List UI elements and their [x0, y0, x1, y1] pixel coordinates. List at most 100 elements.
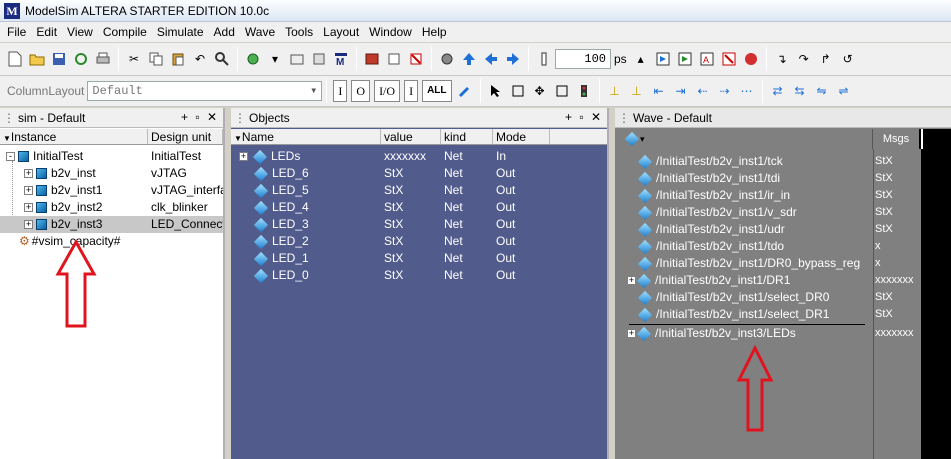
break-stop-icon[interactable]: [742, 50, 760, 68]
wave-signal-row[interactable]: /InitialTest/b2v_inst1/DR0_bypass_reg x: [621, 255, 921, 272]
edge-options-icon[interactable]: ⋯: [738, 82, 756, 100]
run-icon[interactable]: [654, 50, 672, 68]
right-arrow-icon[interactable]: [504, 50, 522, 68]
up-arrow-icon[interactable]: [460, 50, 478, 68]
step-icon[interactable]: [438, 50, 456, 68]
continue-icon[interactable]: [676, 50, 694, 68]
object-row[interactable]: LED_5 StX Net Out: [231, 182, 607, 199]
wave-signal-row[interactable]: /InitialTest/b2v_inst1/tdi StX: [621, 170, 921, 187]
zoom-in-icon[interactable]: ⇄: [769, 82, 787, 100]
menu-add[interactable]: Add: [209, 22, 240, 42]
insert-cursor-icon[interactable]: ⊥: [606, 82, 624, 100]
object-row[interactable]: + LEDs xxxxxxx Net In: [231, 148, 607, 165]
edit-mode-icon[interactable]: [553, 82, 571, 100]
wave-scrollbar[interactable]: [945, 129, 951, 459]
zoom-cursor-icon[interactable]: ⇌: [835, 82, 853, 100]
find-prev-icon[interactable]: ⇠: [694, 82, 712, 100]
filter-input-button[interactable]: I: [333, 80, 348, 102]
expand-icon[interactable]: +: [24, 186, 33, 196]
zoom-mode-icon[interactable]: [509, 82, 527, 100]
column-header-design-unit[interactable]: Design unit: [148, 129, 223, 144]
new-file-icon[interactable]: [6, 50, 24, 68]
object-row[interactable]: LED_4 StX Net Out: [231, 199, 607, 216]
wave-signal-row[interactable]: /InitialTest/b2v_inst1/ir_in StX: [621, 187, 921, 204]
object-row[interactable]: LED_3 StX Net Out: [231, 216, 607, 233]
menu-edit[interactable]: Edit: [31, 22, 62, 42]
object-row[interactable]: LED_0 StX Net Out: [231, 267, 607, 284]
find-next-icon[interactable]: ⇢: [716, 82, 734, 100]
left-arrow-icon[interactable]: [482, 50, 500, 68]
wave-signal-row[interactable]: /InitialTest/b2v_inst1/select_DR0 StX: [621, 289, 921, 306]
menu-view[interactable]: View: [62, 22, 98, 42]
waveform-area[interactable]: [923, 149, 945, 459]
dropdown-arrow-icon[interactable]: ▾: [266, 50, 284, 68]
menu-help[interactable]: Help: [417, 22, 452, 42]
reload-icon[interactable]: [72, 50, 90, 68]
column-header-value[interactable]: value: [381, 129, 441, 144]
time-unit-dropdown-icon[interactable]: ▴: [632, 50, 650, 68]
tree-row[interactable]: + b2v_inst2 clk_blinker: [0, 199, 223, 216]
modelsim-icon[interactable]: M: [332, 50, 350, 68]
menu-file[interactable]: File: [2, 22, 31, 42]
expand-icon[interactable]: +: [24, 220, 33, 230]
cursor-mode-icon[interactable]: [575, 82, 593, 100]
wave-signal-row[interactable]: + /InitialTest/b2v_inst1/DR1 xxxxxxx: [621, 272, 921, 289]
prev-edge-icon[interactable]: ⇤: [650, 82, 668, 100]
wave-signal-row[interactable]: + /InitialTest/b2v_inst3/LEDs xxxxxxx: [621, 325, 921, 342]
compile-icon[interactable]: [244, 50, 262, 68]
wave-diamond-dropdown-icon[interactable]: [624, 131, 640, 147]
undo-icon[interactable]: ↶: [191, 50, 209, 68]
object-row[interactable]: LED_6 StX Net Out: [231, 165, 607, 182]
delete-cursor-icon[interactable]: ⊥: [628, 82, 646, 100]
run-time-input[interactable]: 100: [555, 49, 611, 69]
menu-layout[interactable]: Layout: [318, 22, 364, 42]
tree-row[interactable]: + b2v_inst1 vJTAG_interfac: [0, 182, 223, 199]
expand-icon[interactable]: +: [627, 329, 636, 339]
pane-controls[interactable]: + ▫ ✕: [565, 110, 603, 124]
zoom-full-icon[interactable]: ⇋: [813, 82, 831, 100]
wave-signal-row[interactable]: /InitialTest/b2v_inst1/tdo x: [621, 238, 921, 255]
object-row[interactable]: LED_2 StX Net Out: [231, 233, 607, 250]
menu-simulate[interactable]: Simulate: [152, 22, 209, 42]
restart-icon[interactable]: [385, 50, 403, 68]
column-header-instance[interactable]: ▼Instance: [0, 129, 148, 144]
expand-icon[interactable]: +: [24, 169, 33, 179]
filter-output-button[interactable]: O: [351, 80, 371, 102]
pan-mode-icon[interactable]: ✥: [531, 82, 549, 100]
step-into-icon[interactable]: ↴: [773, 50, 791, 68]
open-folder-icon[interactable]: [28, 50, 46, 68]
expand-icon[interactable]: +: [239, 152, 248, 162]
library-icon[interactable]: [363, 50, 381, 68]
column-header-name[interactable]: ▼Name: [231, 129, 381, 144]
column-layout-select[interactable]: Default ▾: [87, 81, 323, 101]
expand-icon[interactable]: +: [24, 203, 33, 213]
break-icon[interactable]: [407, 50, 425, 68]
tree-row[interactable]: ⚙ #vsim_capacity#: [0, 233, 223, 250]
menu-tools[interactable]: Tools: [280, 22, 318, 42]
find-icon[interactable]: [213, 50, 231, 68]
step-out-icon[interactable]: ↱: [817, 50, 835, 68]
wave-signal-row[interactable]: /InitialTest/b2v_inst1/udr StX: [621, 221, 921, 238]
step-back-icon[interactable]: ↺: [839, 50, 857, 68]
menu-wave[interactable]: Wave: [240, 22, 280, 42]
pane-controls[interactable]: + ▫ ✕: [181, 110, 219, 124]
menu-compile[interactable]: Compile: [98, 22, 152, 42]
step-over-icon[interactable]: ↷: [795, 50, 813, 68]
save-icon[interactable]: [50, 50, 68, 68]
collapse-icon[interactable]: -: [6, 152, 15, 162]
copy-icon[interactable]: [147, 50, 165, 68]
cut-icon[interactable]: ✂: [125, 50, 143, 68]
zoom-out-icon[interactable]: ⇆: [791, 82, 809, 100]
column-header-mode[interactable]: Mode: [493, 129, 550, 144]
paste-icon[interactable]: [169, 50, 187, 68]
object-row[interactable]: LED_1 StX Net Out: [231, 250, 607, 267]
compile-all-icon[interactable]: [288, 50, 306, 68]
column-header-kind[interactable]: kind: [441, 129, 493, 144]
tree-row[interactable]: + b2v_inst vJTAG: [0, 165, 223, 182]
select-mode-icon[interactable]: [487, 82, 505, 100]
wave-signal-row[interactable]: /InitialTest/b2v_inst1/tck StX: [621, 153, 921, 170]
tree-row[interactable]: + b2v_inst3 LED_Connector: [0, 216, 223, 233]
filter-internal-button[interactable]: I: [404, 80, 419, 102]
tree-row[interactable]: - InitialTest InitialTest: [0, 148, 223, 165]
expand-icon[interactable]: +: [627, 276, 636, 286]
